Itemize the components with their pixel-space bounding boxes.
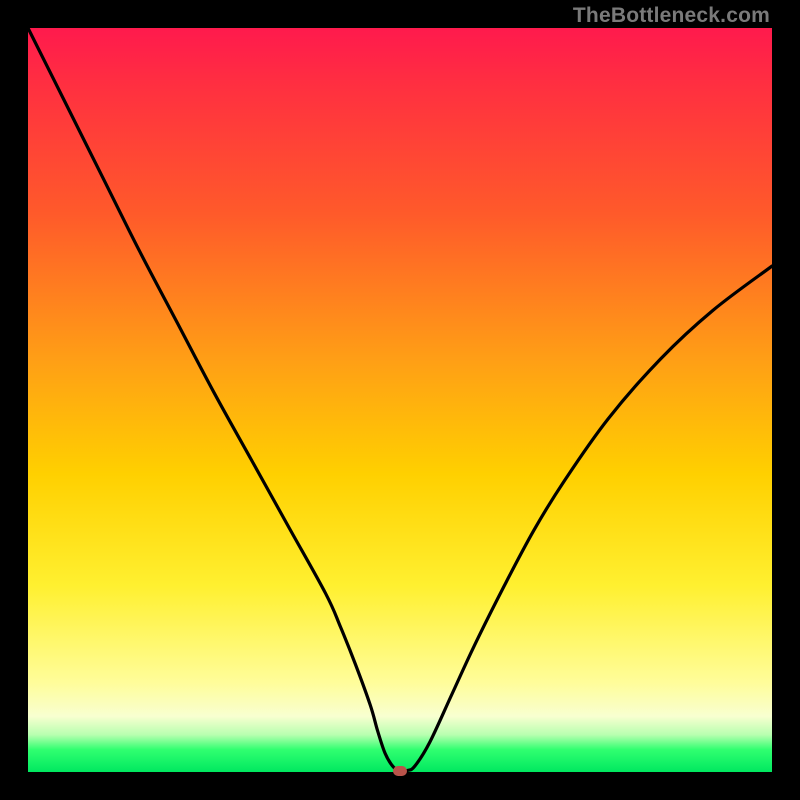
curve-svg xyxy=(28,28,772,772)
plot-area xyxy=(28,28,772,772)
watermark-text: TheBottleneck.com xyxy=(573,4,770,28)
chart-frame: TheBottleneck.com xyxy=(0,0,800,800)
bottleneck-curve xyxy=(28,28,772,772)
min-marker xyxy=(393,766,407,776)
